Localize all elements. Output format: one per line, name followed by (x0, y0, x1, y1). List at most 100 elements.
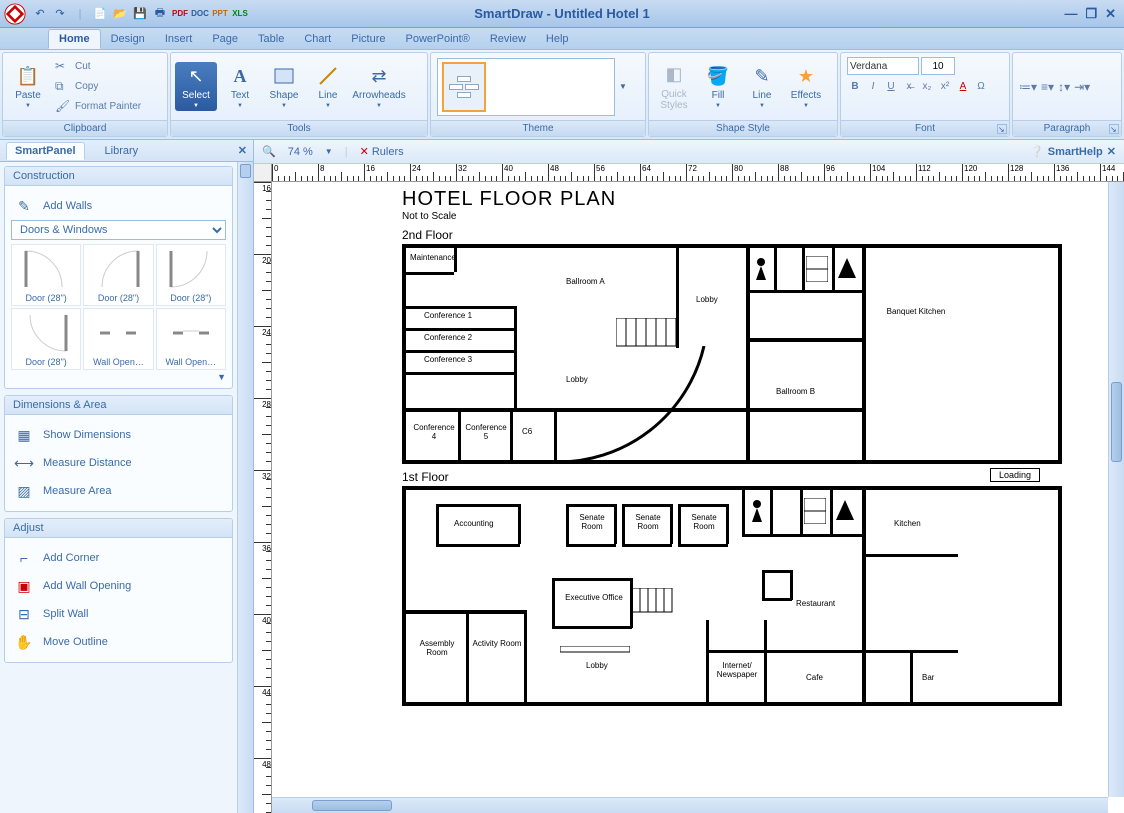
shape-tool-button[interactable]: Shape▼ (263, 62, 305, 111)
tab-chart[interactable]: Chart (294, 30, 341, 48)
italic-button[interactable]: I (865, 79, 881, 95)
split-wall-button[interactable]: ⊟Split Wall (11, 600, 226, 628)
font-group-label: Font (841, 120, 1009, 136)
help-icon[interactable]: ❔ (1030, 145, 1044, 158)
fill-button[interactable]: 🪣Fill▼ (697, 62, 739, 111)
measure-area-button[interactable]: ▨Measure Area (11, 477, 226, 505)
dropdown-icon: ▼ (715, 103, 721, 109)
strikethrough-button[interactable]: x̶ (901, 79, 917, 95)
export-xls-button[interactable]: XLS (232, 6, 248, 22)
tab-design[interactable]: Design (101, 30, 155, 48)
line-tool-button[interactable]: Line▼ (307, 62, 349, 111)
library-tab[interactable]: Library (97, 143, 147, 159)
door-shape-3[interactable]: Door (28") (156, 244, 226, 306)
tab-table[interactable]: Table (248, 30, 294, 48)
add-walls-button[interactable]: ✎Add Walls (11, 192, 226, 220)
tab-help[interactable]: Help (536, 30, 579, 48)
indent-button[interactable]: ⇥▾ (1074, 80, 1090, 94)
format-painter-button[interactable]: 🖌Format Painter (51, 97, 145, 117)
move-outline-button[interactable]: ✋Move Outline (11, 628, 226, 656)
door-shape-1[interactable]: Door (28") (11, 244, 81, 306)
superscript-button[interactable]: x² (937, 79, 953, 95)
font-dialog-launcher[interactable]: ↘ (997, 124, 1007, 134)
doors-windows-combo[interactable]: Doors & Windows (11, 220, 226, 240)
drawing-canvas[interactable]: HOTEL FLOOR PLAN Not to Scale 2nd Floor … (272, 182, 1124, 813)
tab-review[interactable]: Review (480, 30, 536, 48)
cut-button[interactable]: ✂Cut (51, 57, 145, 77)
show-dimensions-button[interactable]: ▦Show Dimensions (11, 421, 226, 449)
measure-distance-button[interactable]: ⟷Measure Distance (11, 449, 226, 477)
print-button[interactable]: 🖶 (152, 6, 168, 22)
paragraph-dialog-launcher[interactable]: ↘ (1109, 124, 1119, 134)
paste-button[interactable]: 📋 Paste ▼ (7, 62, 49, 111)
show-dimensions-label: Show Dimensions (43, 429, 131, 441)
export-pdf-button[interactable]: PDF (172, 6, 188, 22)
titlebar: ↶ ↷ | 📄 📂 💾 🖶 PDF DOC PPT XLS SmartDraw … (0, 0, 1124, 28)
font-name-combo[interactable] (847, 57, 919, 75)
ribbon-group-tools: ↖Select▼ AText▼ Shape▼ Line▼ ⇄Arrowheads… (170, 52, 428, 137)
clipboard-icon: 📋 (16, 64, 40, 88)
canvas-vertical-scrollbar[interactable] (1108, 182, 1124, 797)
arrowheads-button[interactable]: ⇄Arrowheads▼ (351, 62, 407, 111)
redo-button[interactable]: ↷ (52, 6, 68, 22)
open-button[interactable]: 📂 (112, 6, 128, 22)
loading-label: Loading (990, 468, 1040, 482)
maximize-button[interactable]: ❐ (1085, 6, 1097, 22)
close-button[interactable]: ✕ (1105, 6, 1116, 22)
font-size-combo[interactable] (921, 57, 955, 75)
smarthelp-button[interactable]: SmartHelp (1048, 146, 1103, 158)
dropdown-icon[interactable]: ▼ (325, 147, 333, 156)
wall-opening-shape-2[interactable]: Wall Open… (156, 308, 226, 370)
wall-opening-shape-1[interactable]: Wall Open… (83, 308, 153, 370)
paste-label: Paste (15, 90, 41, 101)
area-icon: ▨ (15, 482, 33, 500)
chevron-down-icon[interactable]: ▼ (11, 372, 226, 382)
bold-button[interactable]: B (847, 79, 863, 95)
underline-button[interactable]: U (883, 79, 899, 95)
export-doc-button[interactable]: DOC (192, 6, 208, 22)
save-button[interactable]: 💾 (132, 6, 148, 22)
adjust-header: Adjust (5, 519, 232, 538)
shape-label: Door (28") (98, 293, 139, 303)
pencil-icon: ✎ (15, 197, 33, 215)
symbol-button[interactable]: Ω (973, 79, 989, 95)
door-shape-4[interactable]: Door (28") (11, 308, 81, 370)
rulers-toggle[interactable]: ✕ Rulers (360, 145, 404, 158)
add-corner-button[interactable]: ⌐Add Corner (11, 544, 226, 572)
subscript-button[interactable]: x₂ (919, 79, 935, 95)
tab-insert[interactable]: Insert (155, 30, 203, 48)
minimize-button[interactable]: — (1064, 6, 1077, 22)
export-ppt-button[interactable]: PPT (212, 6, 228, 22)
align-button[interactable]: ≡▾ (1041, 80, 1054, 94)
line-style-button[interactable]: ✎Line▼ (741, 62, 783, 111)
undo-button[interactable]: ↶ (32, 6, 48, 22)
panel-close-button[interactable]: ✕ (238, 144, 247, 157)
dimensions-header: Dimensions & Area (5, 396, 232, 415)
construction-section: Construction ✎Add Walls Doors & Windows … (4, 166, 233, 389)
text-tool-button[interactable]: AText▼ (219, 62, 261, 111)
tab-powerpoint[interactable]: PowerPoint® (395, 30, 479, 48)
smarthelp-close[interactable]: ✕ (1107, 145, 1116, 158)
effects-button[interactable]: ★Effects▼ (785, 62, 827, 111)
copy-icon: ⧉ (55, 79, 71, 95)
quick-styles-button[interactable]: ◧Quick Styles (653, 61, 695, 113)
zoom-icon[interactable]: 🔍 (262, 145, 276, 158)
door-shape-2[interactable]: Door (28") (83, 244, 153, 306)
canvas-horizontal-scrollbar[interactable] (272, 797, 1108, 813)
tab-picture[interactable]: Picture (341, 30, 395, 48)
shape-label: Wall Open… (165, 357, 216, 367)
chevron-down-icon[interactable]: ▼ (619, 82, 627, 91)
theme-gallery[interactable] (437, 58, 615, 116)
smartpanel-tab[interactable]: SmartPanel (6, 142, 85, 160)
new-button[interactable]: 📄 (92, 6, 108, 22)
zoom-level[interactable]: 74 % (288, 146, 313, 158)
tab-home[interactable]: Home (48, 29, 101, 49)
font-color-button[interactable]: A (955, 79, 971, 95)
select-tool-button[interactable]: ↖Select▼ (175, 62, 217, 111)
smartpanel-scrollbar[interactable] (237, 162, 253, 813)
tab-page[interactable]: Page (202, 30, 248, 48)
copy-button[interactable]: ⧉Copy (51, 77, 145, 97)
bullets-button[interactable]: ≔▾ (1019, 80, 1037, 94)
add-wall-opening-button[interactable]: ▣Add Wall Opening (11, 572, 226, 600)
line-spacing-button[interactable]: ↕▾ (1058, 80, 1070, 94)
